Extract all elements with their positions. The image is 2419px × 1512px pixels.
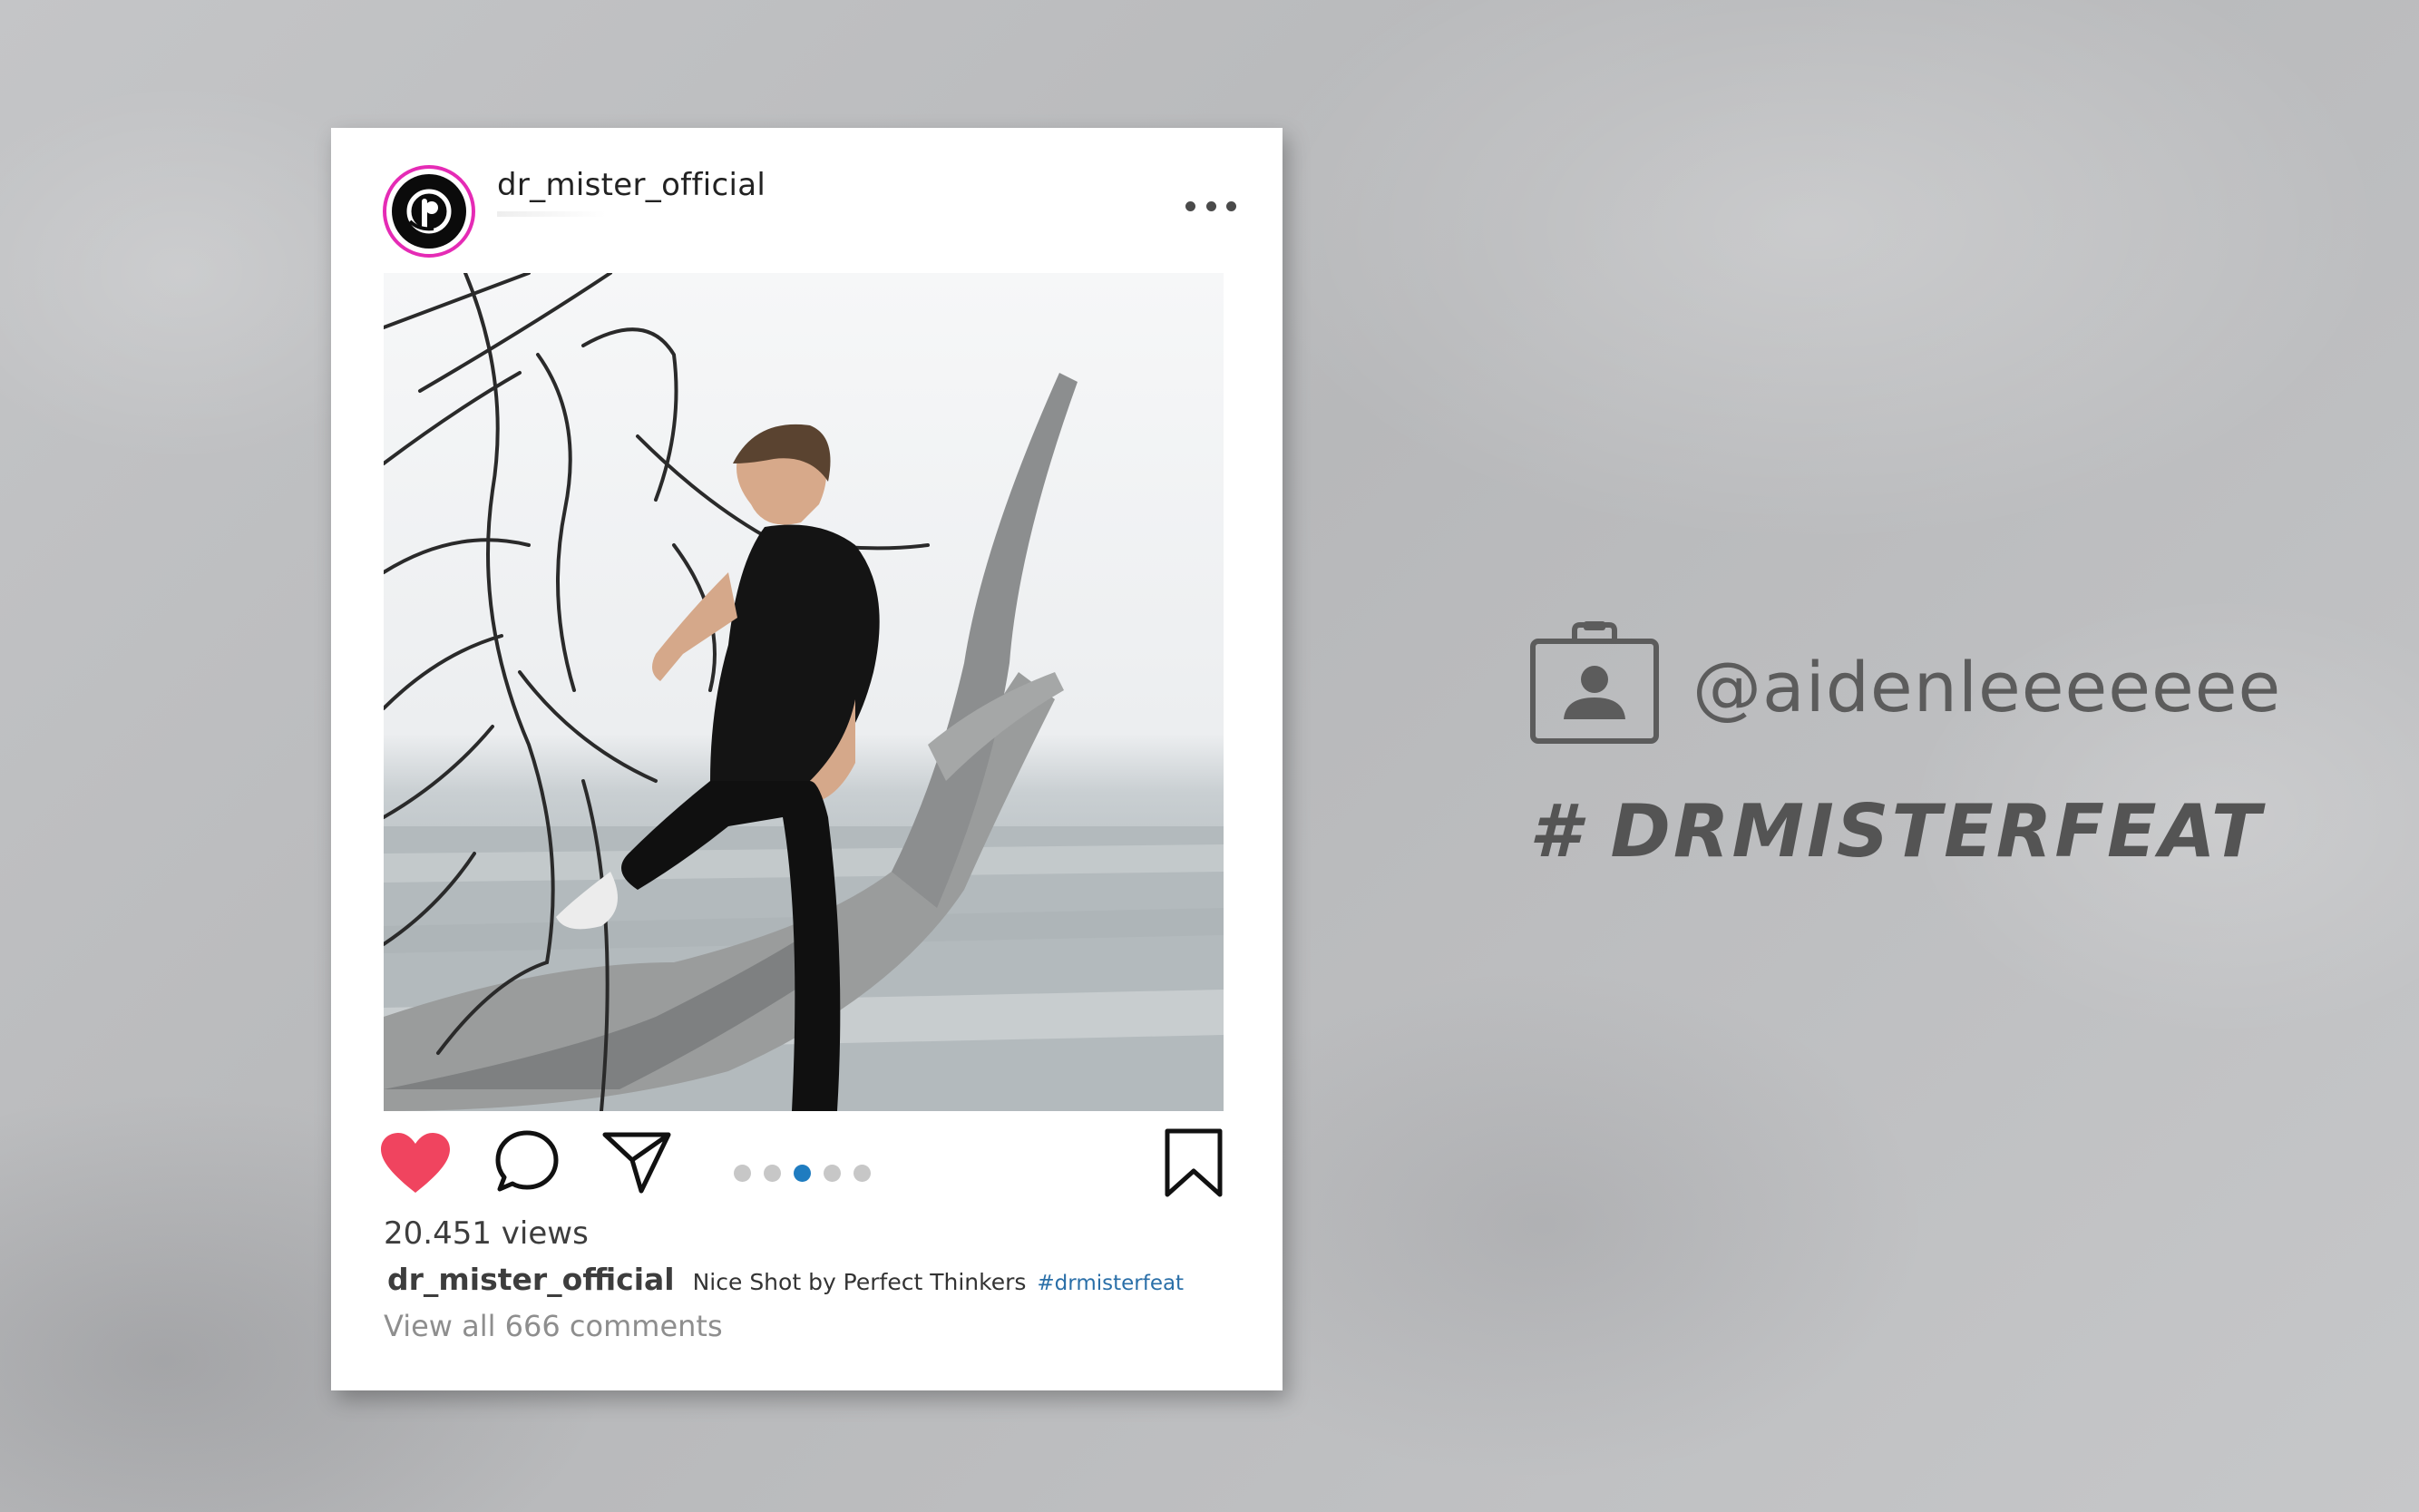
- carousel-dot[interactable]: [764, 1165, 781, 1182]
- post-location: [497, 211, 606, 217]
- profile-avatar[interactable]: [383, 165, 475, 258]
- instagram-post-card: dr_mister_official 20.451 views dr_miste…: [331, 128, 1283, 1390]
- carousel-dot[interactable]: [853, 1165, 871, 1182]
- promo-handle: @aidenleeeeeee: [1692, 647, 2282, 727]
- view-comments-link[interactable]: View all 666 comments: [384, 1309, 723, 1343]
- caption: dr_mister_official Nice Shot by Perfect …: [387, 1262, 1184, 1297]
- comment-icon[interactable]: [494, 1129, 560, 1195]
- heart-icon[interactable]: [381, 1133, 450, 1195]
- bookmark-icon[interactable]: [1164, 1128, 1224, 1197]
- avatar-logo: [392, 174, 466, 249]
- carousel-dot[interactable]: [734, 1165, 751, 1182]
- post-username[interactable]: dr_mister_official: [497, 167, 766, 203]
- caption-text: Nice Shot by Perfect Thinkers: [692, 1269, 1027, 1295]
- post-photo[interactable]: [384, 273, 1224, 1111]
- contact-card-icon: [1530, 621, 1659, 744]
- more-dot: [1185, 200, 1195, 211]
- more-options-icon[interactable]: [1185, 195, 1236, 217]
- more-dot: [1205, 200, 1216, 211]
- views-count: 20.451 views: [384, 1215, 589, 1252]
- caption-username[interactable]: dr_mister_official: [387, 1262, 675, 1297]
- share-icon[interactable]: [601, 1129, 672, 1195]
- more-dot: [1226, 200, 1236, 211]
- promo-hashtag: # DRMISTERFEAT: [1529, 789, 2264, 873]
- caption-hashtag[interactable]: #drmisterfeat: [1037, 1272, 1184, 1295]
- carousel-dot-active[interactable]: [794, 1165, 811, 1182]
- carousel-indicator: [734, 1165, 871, 1182]
- carousel-dot[interactable]: [824, 1165, 841, 1182]
